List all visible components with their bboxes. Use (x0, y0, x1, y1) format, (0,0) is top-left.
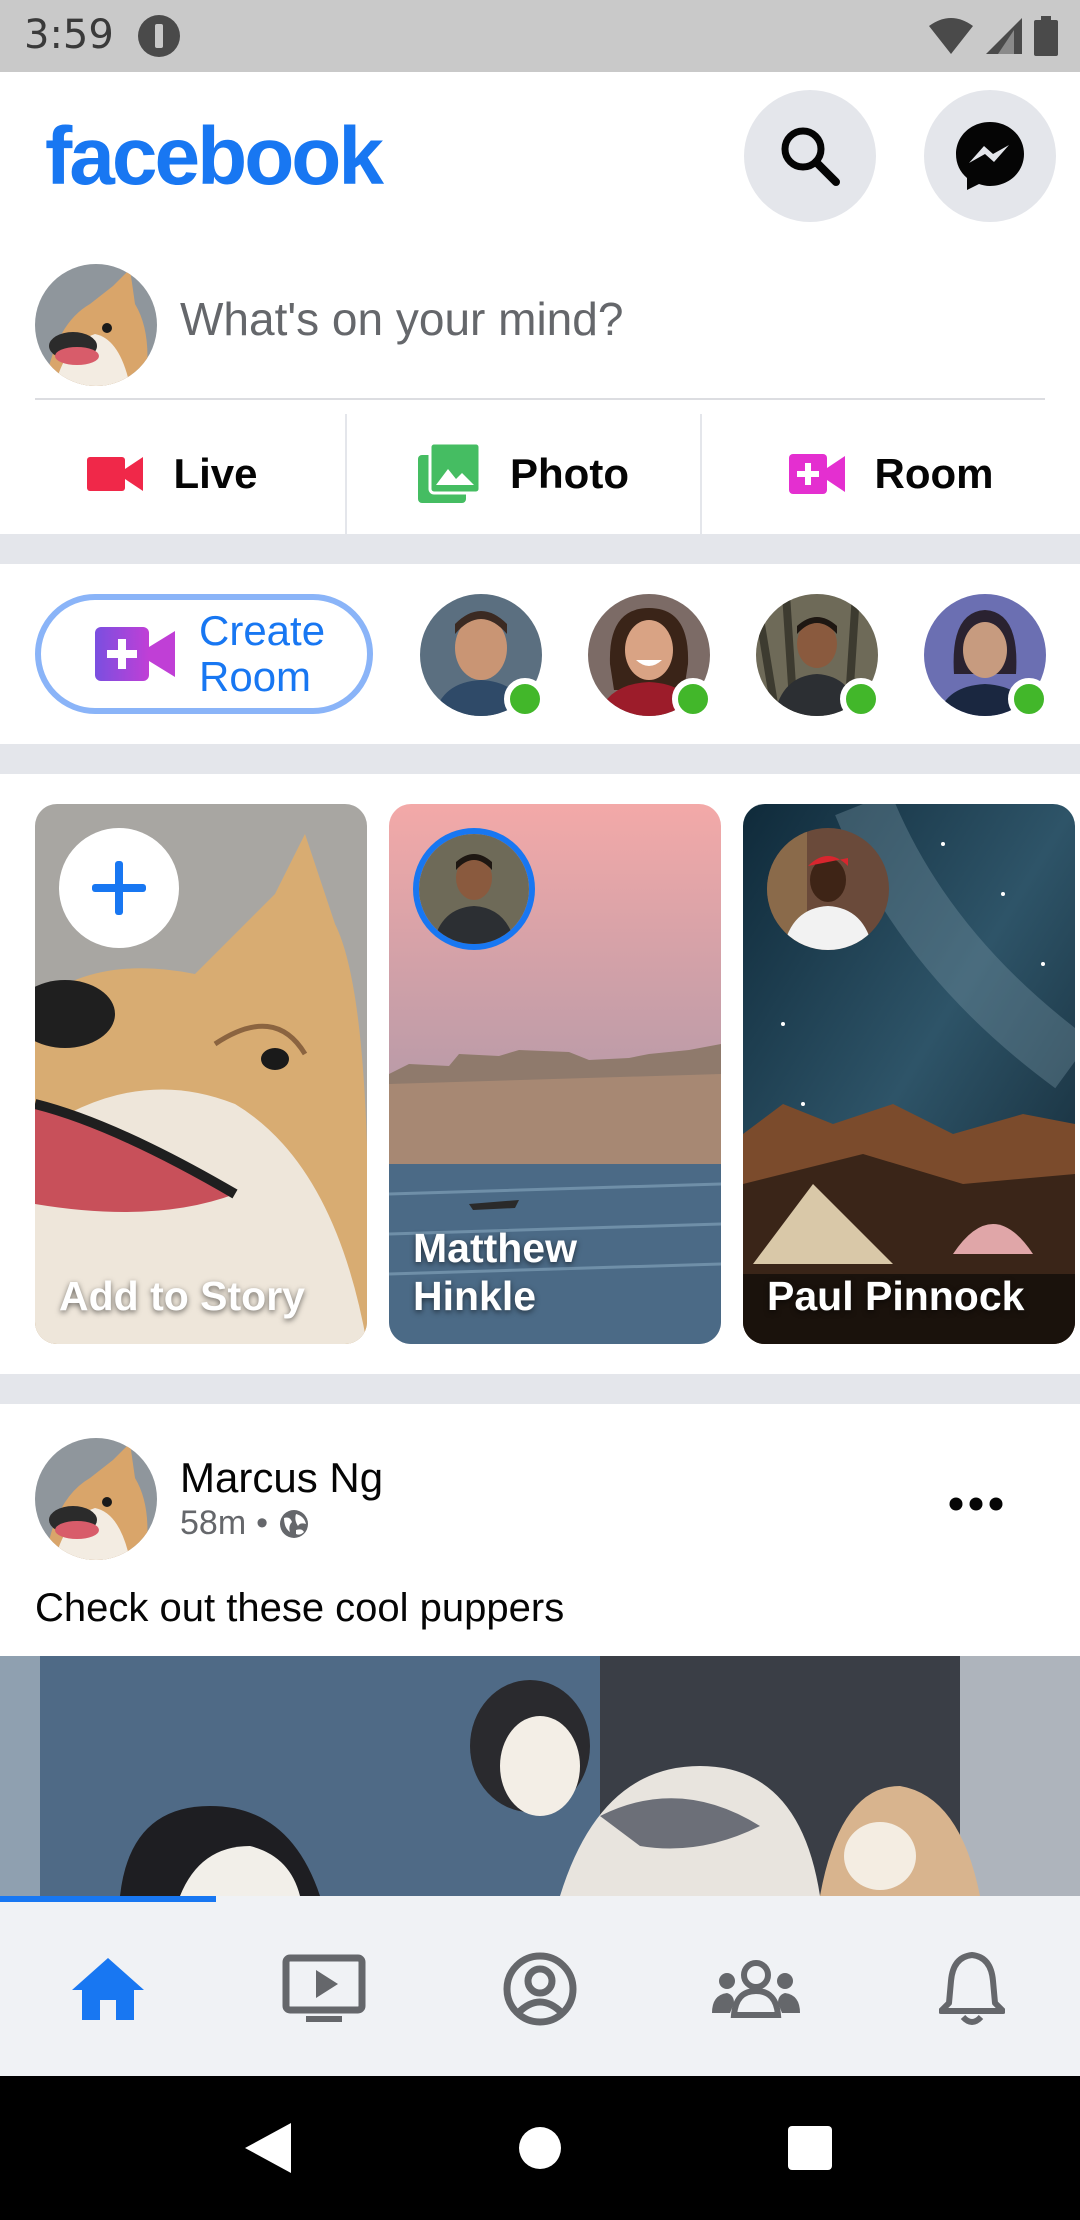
create-room-button[interactable]: Create Room (35, 594, 373, 714)
section-divider (0, 1374, 1080, 1404)
post-time[interactable]: 58m (180, 1504, 246, 1543)
section-divider (0, 744, 1080, 774)
search-button[interactable] (744, 90, 876, 222)
more-options-icon (949, 1497, 1003, 1511)
room-contact-avatar[interactable] (924, 594, 1050, 720)
stories-tray: Add to Story Matthew Hinkle Paul Pinnock (0, 774, 1080, 1374)
messenger-button[interactable] (924, 90, 1056, 222)
online-indicator (504, 678, 546, 720)
recents-icon (788, 2126, 832, 2170)
room-button[interactable]: Room (702, 414, 1080, 534)
plus-icon (92, 861, 146, 915)
post-author-name[interactable]: Marcus Ng (180, 1454, 383, 1502)
status-bar: 3:59 (0, 0, 1080, 72)
messenger-icon (956, 122, 1024, 190)
home-circle-icon (519, 2127, 561, 2169)
live-button[interactable]: Live (0, 414, 345, 534)
story-card[interactable]: Matthew Hinkle (389, 804, 721, 1344)
tab-watch[interactable] (216, 1902, 432, 2076)
story-card[interactable]: Paul Pinnock (743, 804, 1075, 1344)
globe-icon (280, 1509, 309, 1538)
recents-button[interactable] (774, 2112, 846, 2184)
section-divider (0, 534, 1080, 564)
profile-icon (503, 1952, 577, 2026)
room-contact-avatar[interactable] (420, 594, 546, 720)
bottom-navigation (0, 1896, 1080, 2076)
notifications-icon (939, 1952, 1005, 2025)
groups-icon (712, 1960, 800, 2018)
room-contact-avatar[interactable] (752, 593, 882, 720)
composer-actions: Live Photo Room (0, 414, 1080, 534)
rooms-row: Create Room (0, 564, 1080, 744)
status-time: 3:59 (24, 12, 114, 58)
story-name: Paul Pinnock (767, 1273, 1025, 1319)
story-card-add[interactable]: Add to Story (35, 804, 367, 1344)
story-author-avatar (767, 828, 889, 950)
home-system-button[interactable] (504, 2112, 576, 2184)
photo-label: Photo (510, 450, 629, 497)
story-name: Add to Story (59, 1273, 305, 1319)
tab-profile[interactable] (432, 1902, 648, 2076)
room-icon (95, 627, 175, 681)
battery-icon (1034, 16, 1058, 56)
notification-icon (138, 15, 180, 57)
post-composer: What's on your mind? Live Photo Room (0, 242, 1080, 534)
room-icon (788, 454, 845, 494)
online-indicator (1008, 678, 1050, 720)
back-icon (245, 2123, 291, 2173)
system-navigation-bar (0, 2076, 1080, 2220)
tab-groups[interactable] (648, 1902, 864, 2076)
room-contact-avatar[interactable] (588, 594, 714, 720)
post-photo[interactable] (0, 1656, 1080, 1896)
online-indicator (840, 678, 882, 720)
back-button[interactable] (232, 2112, 304, 2184)
home-icon (72, 1958, 144, 2020)
video-camera-icon (87, 457, 144, 491)
watch-icon (282, 1954, 366, 2022)
wifi-icon (929, 18, 973, 54)
meta-separator: • (256, 1504, 269, 1542)
search-icon (781, 127, 840, 186)
tab-notifications[interactable] (864, 1902, 1080, 2076)
divider (35, 398, 1045, 400)
photo-button[interactable]: Photo (345, 414, 702, 534)
user-avatar[interactable] (35, 264, 157, 386)
composer-input[interactable]: What's on your mind? (180, 292, 623, 346)
feed-post: Marcus Ng 58m • Check out these cool pup… (0, 1404, 1080, 1896)
tab-home[interactable] (0, 1902, 216, 2076)
photo-icon (418, 443, 481, 503)
post-meta: 58m • (180, 1504, 310, 1543)
status-icons (928, 14, 1058, 58)
story-name: Matthew Hinkle (413, 1225, 577, 1319)
post-more-button[interactable] (940, 1474, 1012, 1534)
online-indicator (672, 678, 714, 720)
create-room-label-line1: Create (199, 607, 326, 654)
live-label: Live (173, 450, 258, 497)
post-text: Check out these cool puppers (35, 1586, 565, 1630)
room-label: Room (874, 450, 994, 497)
story-author-avatar (413, 828, 535, 950)
app-header: facebook (0, 72, 1080, 242)
post-author-avatar[interactable] (35, 1438, 157, 1560)
signal-icon (986, 18, 1022, 54)
create-room-label-line2: Room (199, 653, 312, 700)
facebook-logo[interactable]: facebook (45, 110, 384, 204)
add-story-button[interactable] (59, 828, 179, 948)
